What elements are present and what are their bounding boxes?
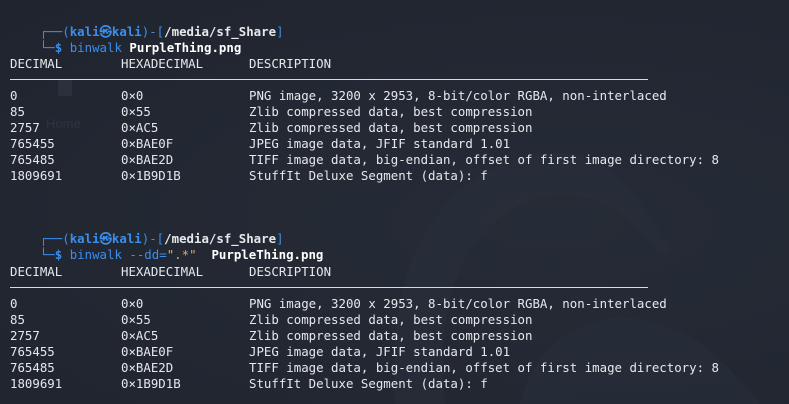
table-header: DECIMAL HEXADECIMAL DESCRIPTION <box>10 264 710 280</box>
header-hexadecimal: HEXADECIMAL <box>121 56 204 71</box>
table-row: 85 0×55 Zlib compressed data, best compres… <box>10 104 533 119</box>
header-hexadecimal: HEXADECIMAL <box>121 264 204 279</box>
command-flag-value: ".*" <box>166 247 197 262</box>
table-row: 2757 0×AC5 Zlib compressed data, best comp… <box>10 328 533 343</box>
header-description: DESCRIPTION <box>249 56 332 71</box>
command-program: binwalk <box>69 247 122 262</box>
command-line[interactable]: └─$ binwalk PurpleThing.png <box>10 24 241 55</box>
command-line[interactable]: └─$ binwalk --dd=".*" PurpleThing.png <box>10 231 324 262</box>
table-row: 1809691 0×1B9D1B StuffIt Deluxe Segment (d… <box>10 376 488 391</box>
table-row: 0 0×0 PNG image, 3200 x 2953, 8-bit/color … <box>10 88 667 103</box>
table-row: 2757 0×AC5 Zlib compressed data, best comp… <box>10 120 533 135</box>
table-divider <box>10 79 648 80</box>
prompt-line: ┌──(kali㉿kali)-[/media/sf_Share] <box>39 231 284 246</box>
table-row: 0 0×0 PNG image, 3200 x 2953, 8-bit/color … <box>10 296 667 311</box>
table-row: 85 0×55 Zlib compressed data, best compres… <box>10 312 533 327</box>
table-divider <box>10 287 648 288</box>
table-row: 765485 0×BAE2D TIFF image data, big-endian… <box>10 360 719 375</box>
terminal-window[interactable]: Home ┌──(kali㉿kali)-[/media/sf_Share] └─… <box>0 0 789 404</box>
command-file-arg: PurpleThing.png <box>129 40 242 55</box>
prompt-line: ┌──(kali㉿kali)-[/media/sf_Share] <box>39 24 284 39</box>
command-program: binwalk <box>69 40 122 55</box>
header-decimal: DECIMAL <box>10 264 63 279</box>
table-row: 765455 0×BAE0F JPEG image data, JFIF stand… <box>10 344 511 359</box>
header-decimal: DECIMAL <box>10 56 63 71</box>
table-row: 765455 0×BAE0F JPEG image data, JFIF stand… <box>10 136 511 151</box>
table-row: 765485 0×BAE2D TIFF image data, big-endian… <box>10 152 719 167</box>
table-row: 1809691 0×1B9D1B StuffIt Deluxe Segment (d… <box>10 168 488 183</box>
command-file-arg: PurpleThing.png <box>211 247 324 262</box>
table-header: DECIMAL HEXADECIMAL DESCRIPTION <box>10 56 710 72</box>
header-description: DESCRIPTION <box>249 264 332 279</box>
command-flag: --dd= <box>129 247 167 262</box>
